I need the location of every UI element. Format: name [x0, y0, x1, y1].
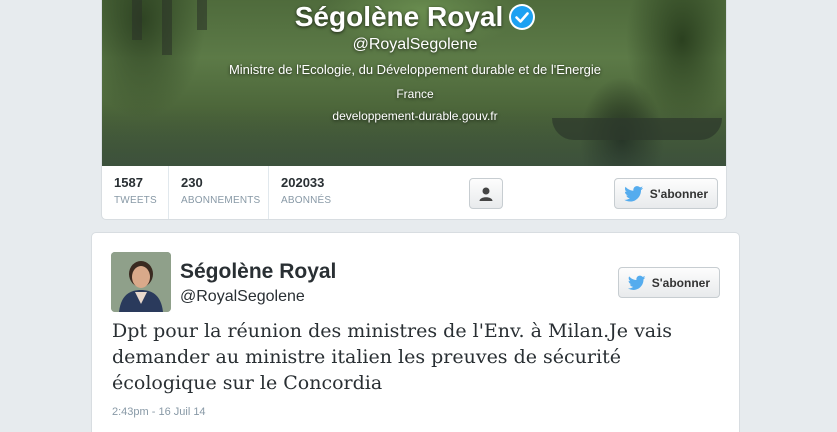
twitter-bird-icon — [624, 185, 644, 202]
stat-followers-value: 202033 — [281, 175, 325, 190]
verified-badge-icon — [509, 4, 536, 30]
tweet-author-handle[interactable]: @RoyalSegolene — [180, 288, 305, 306]
tweet-text: Dpt pour la réunion des ministres de l'E… — [112, 320, 672, 394]
profile-website-link[interactable]: developpement-durable.gouv.fr — [102, 109, 726, 123]
avatar[interactable] — [111, 252, 171, 312]
stat-following-label: ABONNEMENTS — [181, 195, 261, 206]
twitter-bird-icon — [628, 275, 646, 290]
follow-button-tweet[interactable]: S'abonner — [618, 267, 720, 298]
profile-location: France — [396, 87, 434, 101]
profile-handle[interactable]: @RoyalSegolene — [102, 36, 726, 54]
follow-button-label: S'abonner — [649, 186, 708, 201]
follow-button-profile[interactable]: S'abonner — [614, 178, 718, 209]
stat-tweets-label: TWEETS — [114, 195, 157, 206]
user-icon — [479, 187, 493, 201]
stat-followers[interactable]: 202033 ABONNÉS — [268, 166, 368, 219]
user-actions-button[interactable] — [469, 178, 503, 209]
avatar-portrait-icon — [111, 252, 171, 312]
tweet-author-name[interactable]: Ségolène Royal — [180, 260, 336, 284]
tweet-timestamp[interactable]: 2:43pm - 16 Juil 14 — [112, 406, 206, 418]
stat-tweets[interactable]: 1587 TWEETS — [102, 166, 168, 219]
stat-following-value: 230 — [181, 175, 203, 190]
follow-button-label: S'abonner — [651, 275, 710, 290]
stat-followers-label: ABONNÉS — [281, 195, 332, 206]
tweet-card: Ségolène Royal @RoyalSegolene S'abonner … — [91, 232, 740, 432]
profile-bio: Ministre de l'Ecologie, du Développement… — [228, 62, 602, 77]
stat-tweets-value: 1587 — [114, 175, 143, 190]
stat-following[interactable]: 230 ABONNEMENTS — [168, 166, 268, 219]
profile-name[interactable]: Ségolène Royal — [295, 1, 504, 33]
